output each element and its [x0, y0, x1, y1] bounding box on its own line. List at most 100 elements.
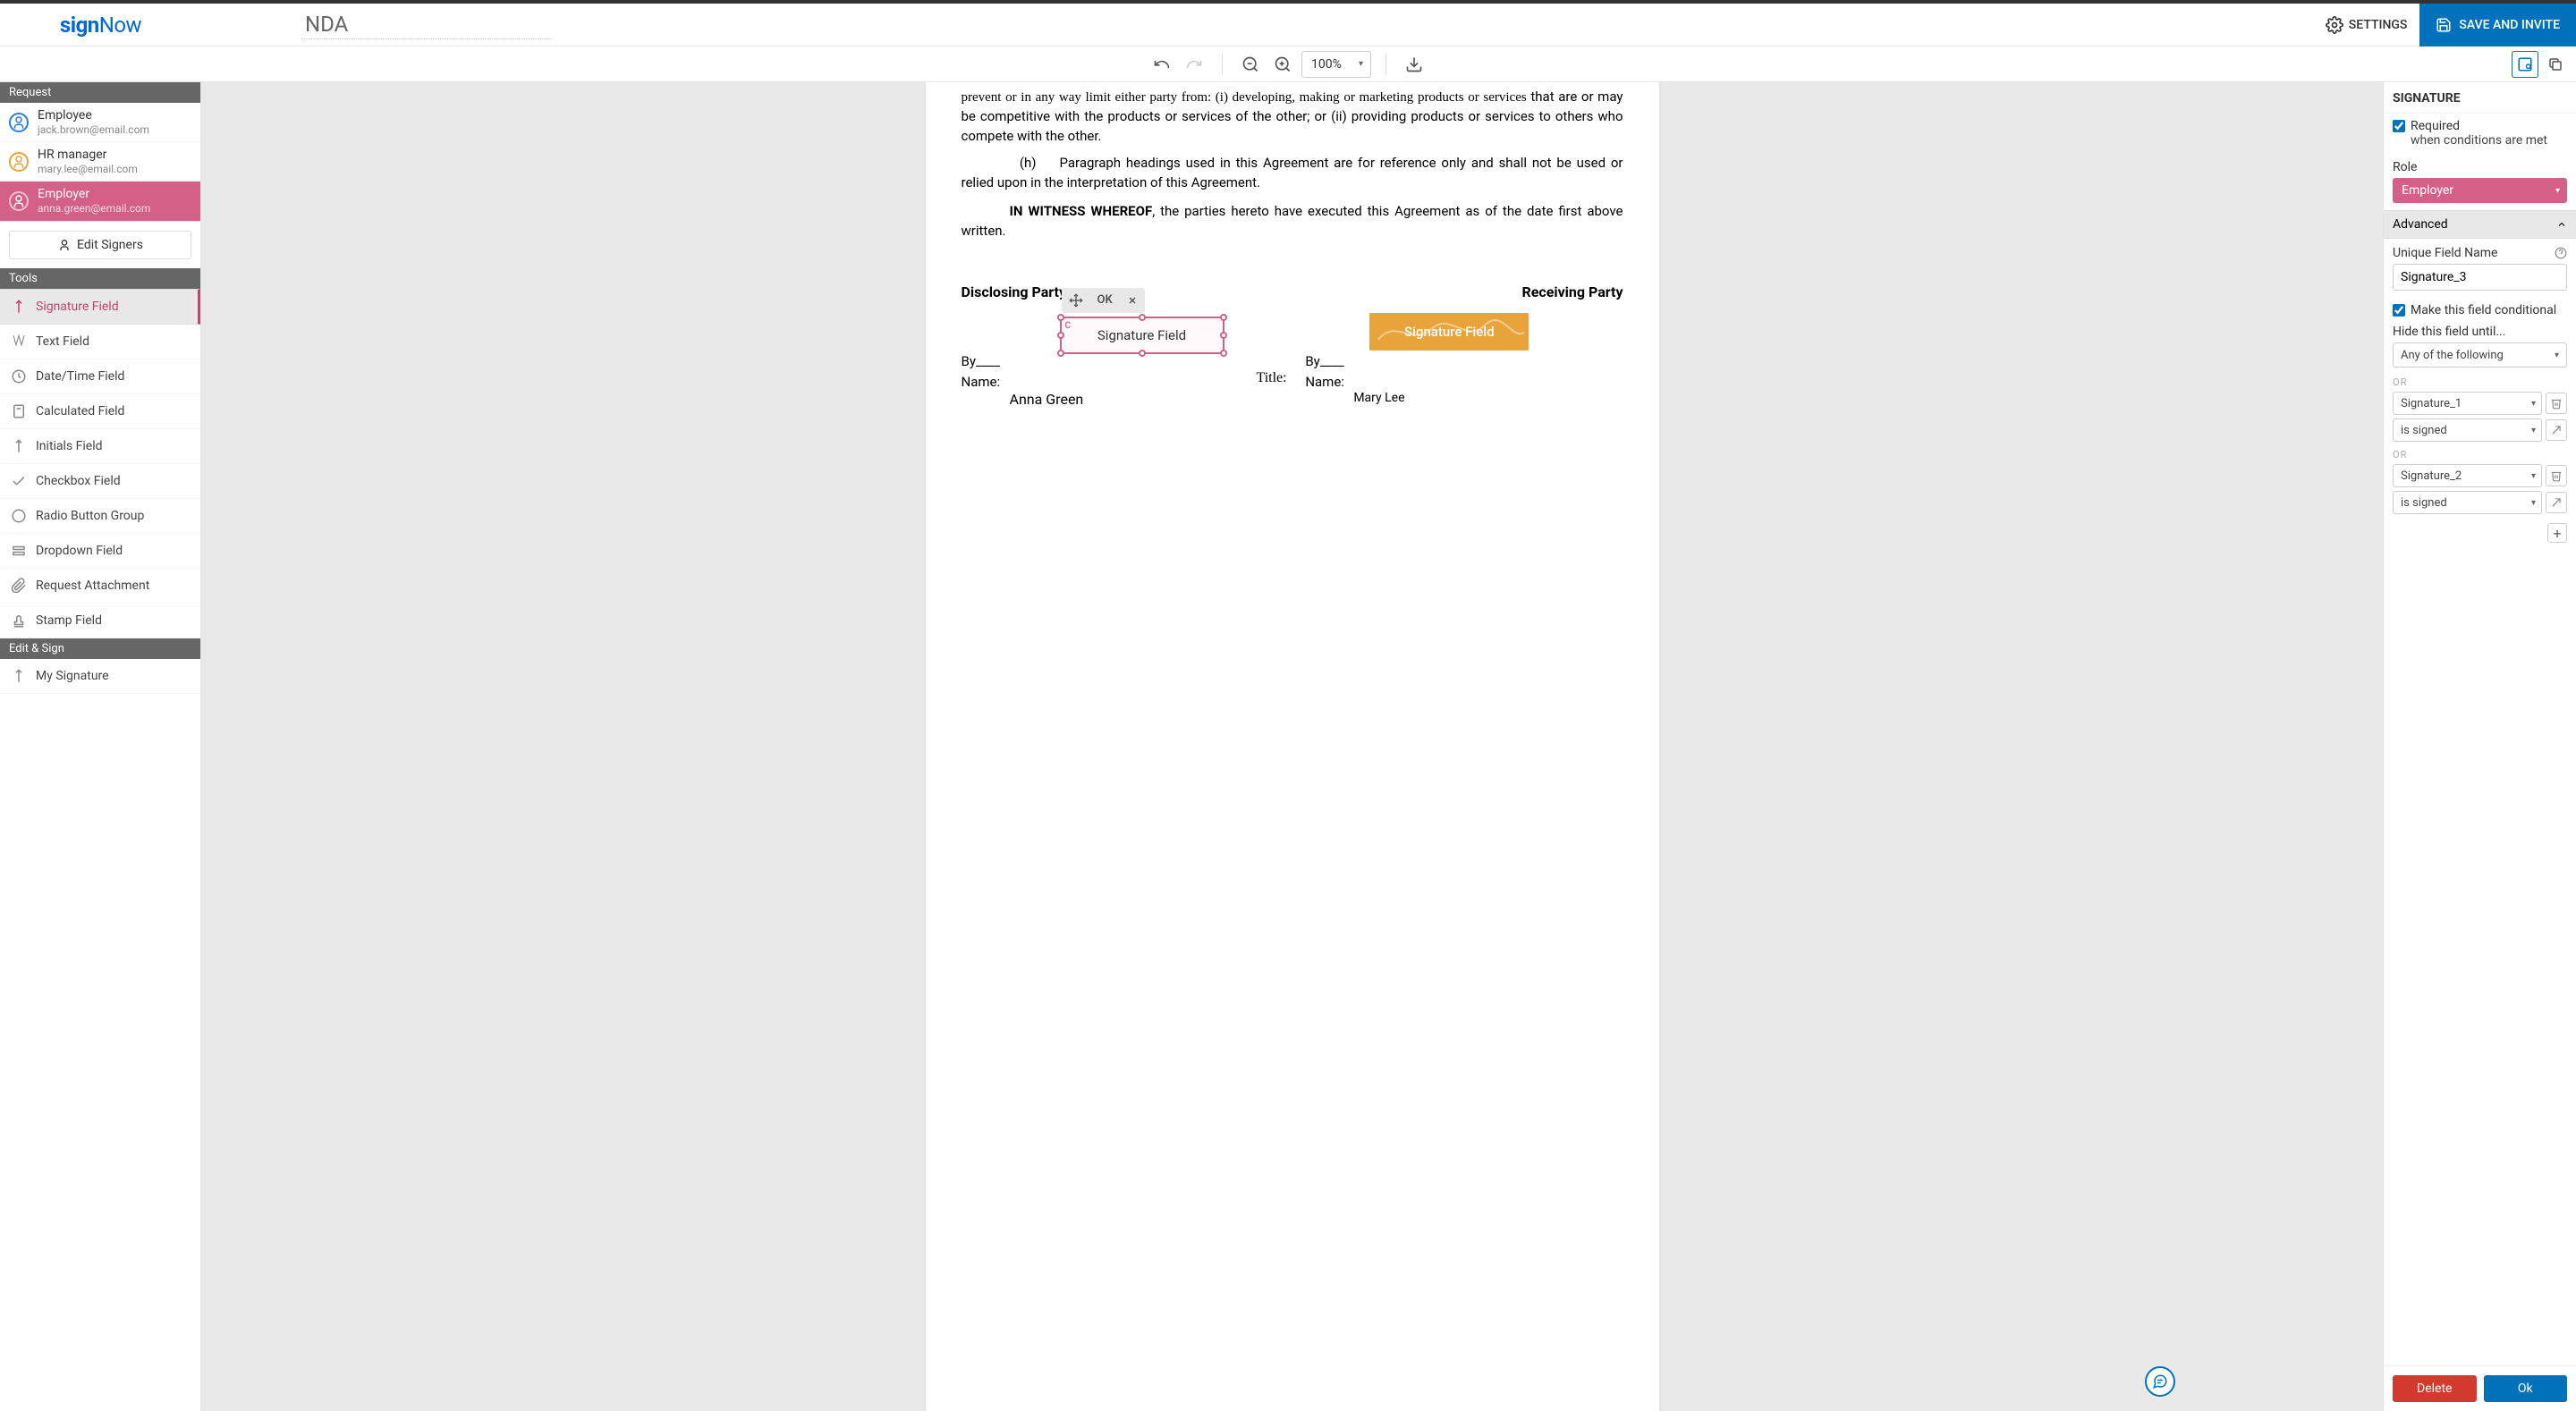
- arrow-icon: [2550, 424, 2563, 436]
- arrow-icon: [2550, 496, 2563, 509]
- tool-calculated-field[interactable]: Calculated Field: [0, 394, 200, 429]
- condition-field-select[interactable]: Signature_2: [2393, 464, 2542, 487]
- help-chat-button[interactable]: [2145, 1366, 2175, 1397]
- role-select[interactable]: Employer: [2393, 178, 2567, 203]
- undo-button[interactable]: [1148, 51, 1175, 78]
- delete-condition-button[interactable]: [2546, 465, 2567, 486]
- required-checkbox[interactable]: Required: [2393, 119, 2567, 133]
- signature-icon: [11, 299, 27, 315]
- unique-field-input[interactable]: [2393, 264, 2567, 291]
- document-title[interactable]: NDA: [301, 10, 552, 39]
- person-icon: [9, 191, 29, 211]
- tool-text-field[interactable]: Text Field: [0, 325, 200, 359]
- save-and-invite-button[interactable]: SAVE AND INVITE: [2419, 4, 2576, 46]
- tool-checkbox-field[interactable]: Checkbox Field: [0, 464, 200, 499]
- zoom-out-button[interactable]: [1237, 51, 1264, 78]
- condition-op-select[interactable]: is signed: [2393, 491, 2542, 514]
- radio-icon: [11, 508, 27, 524]
- document-canvas[interactable]: prevent or in any way limit either party…: [201, 82, 2383, 1411]
- header: signNow NDA SETTINGS SAVE AND INVITE: [0, 4, 2576, 46]
- dropdown-icon: [11, 543, 27, 559]
- zoom-in-button[interactable]: [1269, 51, 1296, 78]
- pages-button[interactable]: [2542, 51, 2569, 78]
- tool-datetime-field[interactable]: Date/Time Field: [0, 359, 200, 394]
- signature-block-left: OK C Signature Field By____ Name: Ann: [962, 352, 1279, 410]
- conditional-checkbox[interactable]: Make this field conditional: [2393, 303, 2567, 317]
- tool-request-attachment[interactable]: Request Attachment: [0, 569, 200, 604]
- view-mode-button[interactable]: [2512, 51, 2538, 78]
- signer-item-employee[interactable]: Employeejack.brown@email.com: [0, 103, 200, 142]
- field-toolbar: OK: [1062, 288, 1145, 313]
- logo: signNow: [0, 13, 201, 38]
- match-mode-select[interactable]: Any of the following: [2393, 342, 2567, 368]
- signer-item-employer[interactable]: Employeranna.green@email.com: [0, 182, 200, 221]
- receiving-party-label: Receiving Party: [1521, 283, 1623, 302]
- condition-field-select[interactable]: Signature_1: [2393, 392, 2542, 415]
- tool-initials-field[interactable]: Initials Field: [0, 429, 200, 464]
- chat-icon: [2152, 1373, 2168, 1390]
- by-label: By____: [962, 352, 1279, 371]
- check-icon: [11, 473, 27, 489]
- signature-scribble-icon: [1369, 313, 1529, 351]
- attachment-icon: [11, 578, 27, 594]
- settings-button[interactable]: SETTINGS: [2313, 4, 2420, 46]
- tool-signature-field[interactable]: Signature Field: [0, 289, 200, 325]
- person-icon: [9, 113, 29, 132]
- stamp-icon: [11, 613, 27, 629]
- signer-item-hr-manager[interactable]: HR managermary.lee@email.com: [0, 142, 200, 182]
- tool-stamp-field[interactable]: Stamp Field: [0, 604, 200, 638]
- locate-condition-button[interactable]: [2546, 419, 2567, 441]
- role-label: Role: [2393, 160, 2567, 174]
- delete-button[interactable]: Delete: [2393, 1375, 2477, 1402]
- condition-op-select[interactable]: is signed: [2393, 418, 2542, 442]
- zoom-select[interactable]: 100%: [1301, 51, 1371, 78]
- or-separator: OR: [2384, 445, 2576, 464]
- hide-until-label: Hide this field until...: [2393, 325, 2567, 339]
- edit-signers-button[interactable]: Edit Signers: [9, 231, 191, 259]
- trash-icon: [2550, 469, 2563, 482]
- calculator-icon: [11, 403, 27, 419]
- name-value-right: Mary Lee: [1353, 390, 1623, 408]
- tools-header: Tools: [0, 268, 200, 289]
- delete-condition-button[interactable]: [2546, 393, 2567, 414]
- ok-button[interactable]: Ok: [2484, 1375, 2568, 1402]
- doc-paragraph: prevent or in any way limit either party…: [962, 88, 1623, 147]
- field-ok-button[interactable]: OK: [1090, 288, 1120, 313]
- signature-field-selected[interactable]: C Signature Field: [1060, 317, 1224, 354]
- signature-field-hr[interactable]: Signature Field: [1369, 313, 1529, 351]
- panel-title: SIGNATURE: [2384, 82, 2576, 114]
- signature-block-right: Signature Field By____ Name: Mary Lee: [1305, 352, 1623, 410]
- doc-paragraph: (h)Paragraph headings used in this Agree…: [962, 154, 1623, 193]
- initials-icon: [11, 438, 27, 454]
- title-label: Title:: [1257, 370, 1287, 386]
- document-page: prevent or in any way limit either party…: [926, 82, 1659, 1411]
- signature-icon: [11, 668, 27, 684]
- download-button[interactable]: [1401, 51, 1428, 78]
- tool-radio-group[interactable]: Radio Button Group: [0, 499, 200, 534]
- required-subtext: when conditions are met: [2411, 133, 2567, 148]
- chevron-up-icon: [2556, 219, 2567, 230]
- locate-condition-button[interactable]: [2546, 492, 2567, 513]
- name-label: Name:: [1305, 373, 1623, 392]
- tool-my-signature[interactable]: My Signature: [0, 659, 200, 694]
- save-icon: [2436, 17, 2452, 33]
- request-header: Request: [0, 82, 200, 103]
- field-close-button[interactable]: [1120, 288, 1145, 313]
- move-handle[interactable]: [1062, 288, 1090, 313]
- text-icon: [11, 334, 27, 350]
- disclosing-party-label: Disclosing Party: [962, 283, 1067, 302]
- toolbar: 100%: [0, 46, 2576, 82]
- tool-dropdown-field[interactable]: Dropdown Field: [0, 534, 200, 569]
- clock-icon: [11, 368, 27, 384]
- name-value-left: Anna Green: [1010, 390, 1279, 410]
- help-icon[interactable]: [2555, 247, 2567, 259]
- person-icon: [57, 238, 72, 252]
- unique-field-label: Unique Field Name: [2393, 246, 2497, 260]
- person-icon: [9, 152, 29, 172]
- advanced-accordion[interactable]: Advanced: [2384, 210, 2576, 239]
- add-condition-button[interactable]: +: [2547, 523, 2567, 543]
- properties-panel: SIGNATURE Required when conditions are m…: [2383, 82, 2576, 1411]
- by-label: By____: [1305, 352, 1623, 371]
- doc-paragraph: IN WITNESS WHEREOF, the parties hereto h…: [962, 202, 1623, 241]
- redo-button[interactable]: [1181, 51, 1208, 78]
